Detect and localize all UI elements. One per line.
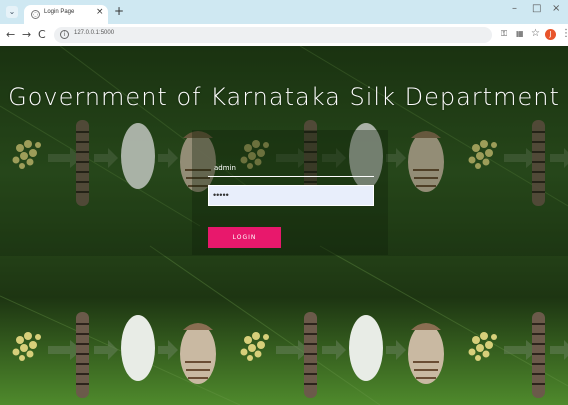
translate-icon[interactable]: ▦ [516,29,524,38]
browser-titlebar: ⌄ ◌ Login Page × + – □ × [0,0,568,24]
site-info-icon[interactable]: i [60,30,69,39]
username-underline [208,176,374,177]
address-bar[interactable]: i 127.0.0.1:5000 [54,27,492,43]
close-window-icon[interactable]: × [552,3,560,14]
maximize-icon[interactable]: □ [532,3,541,14]
password-input[interactable]: ••••• [208,185,374,206]
tab-close-icon[interactable]: × [96,7,104,17]
tab-title: Login Page [44,9,75,15]
minimize-icon[interactable]: – [512,3,517,14]
tab-search-icon[interactable]: ⌄ [6,6,18,18]
page-title: Government of Karnataka Silk Department [8,83,560,111]
username-input[interactable]: admin [214,164,236,172]
more-menu-icon[interactable]: ⋮ [561,28,568,39]
bookmark-star-icon[interactable]: ☆ [531,28,540,39]
browser-toolbar: ← → C i 127.0.0.1:5000 ⚿ ▦ ☆ J ⋮ [0,24,568,46]
url-text[interactable]: 127.0.0.1:5000 [74,30,114,36]
forward-arrow-icon[interactable]: → [22,28,31,41]
login-button[interactable]: LOGIN [208,227,281,248]
login-page: Government of Karnataka Silk Department … [0,46,568,405]
globe-icon: ◌ [31,10,40,19]
password-key-icon[interactable]: ⚿ [501,29,507,39]
back-arrow-icon[interactable]: ← [6,28,15,41]
browser-tab[interactable]: ◌ Login Page × [24,5,108,24]
profile-avatar[interactable]: J [545,29,556,40]
reload-icon[interactable]: C [38,28,46,41]
new-tab-button[interactable]: + [114,4,124,18]
